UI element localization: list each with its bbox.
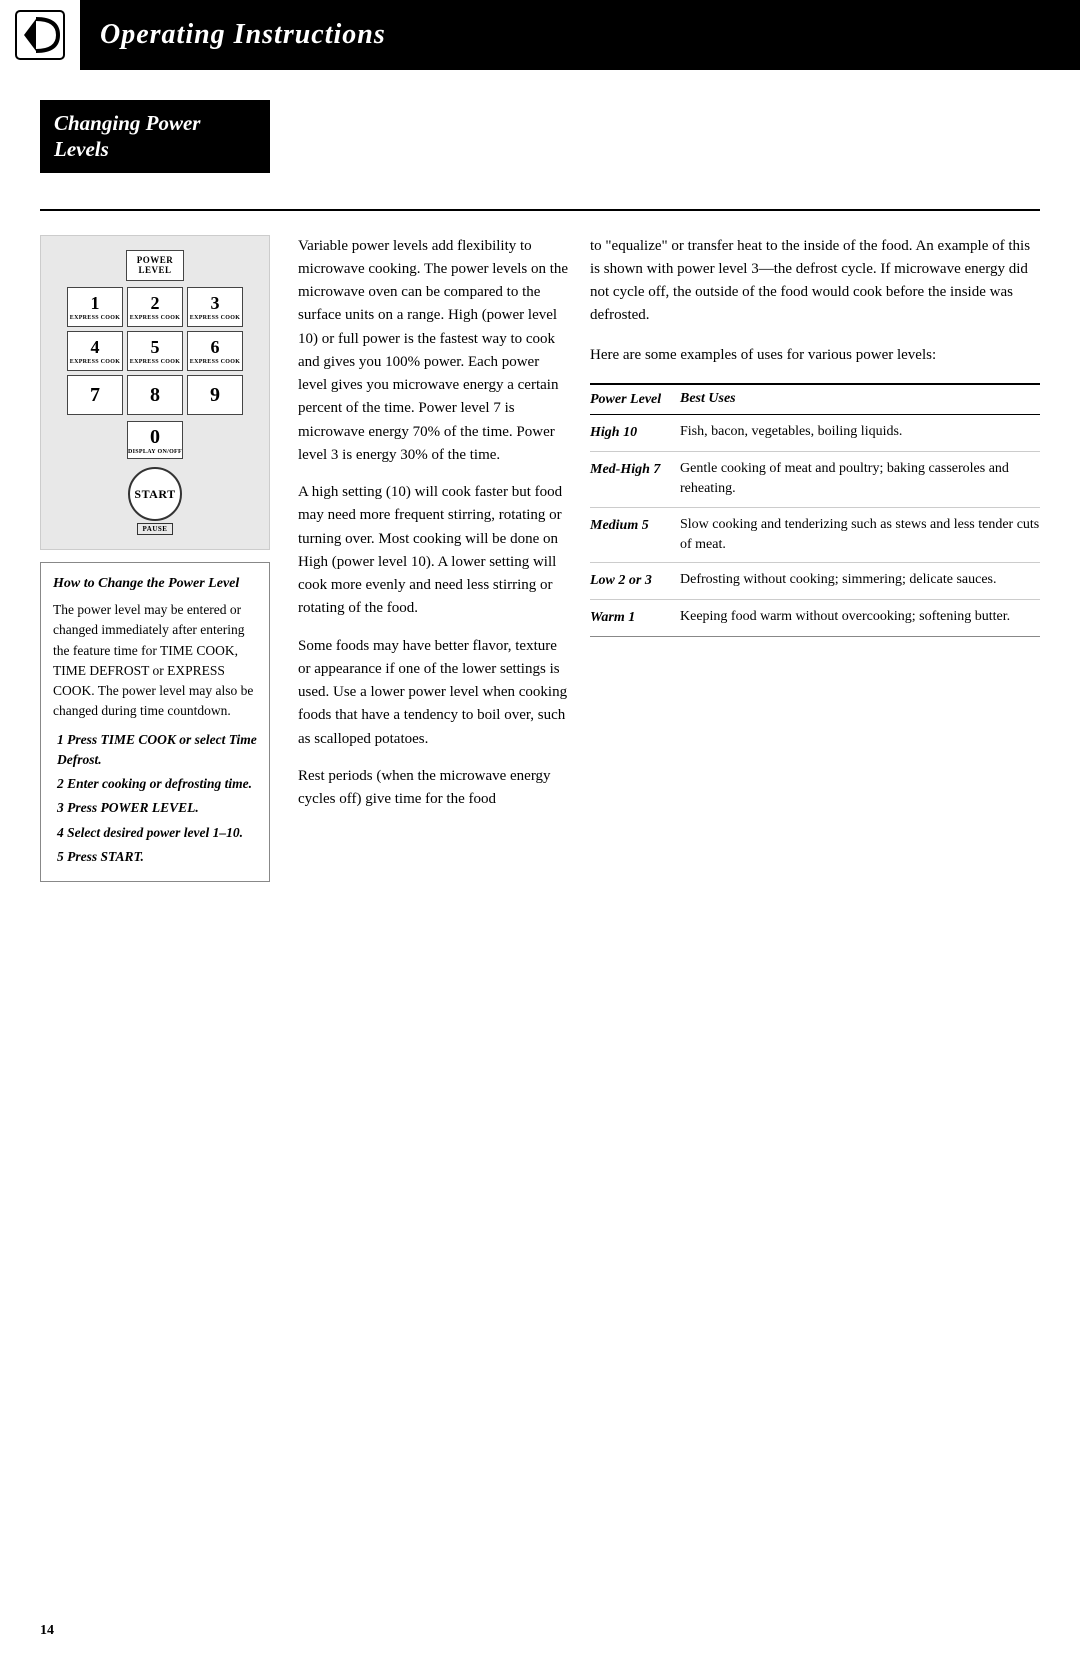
key-5: 5 EXPRESS COOK: [127, 331, 183, 371]
row-level-2: Medium 5: [590, 515, 680, 537]
header-title-area: Operating Instructions: [80, 0, 1080, 70]
page-number: 14: [40, 1623, 54, 1639]
how-to-steps: 1 Press TIME COOK or select Time Defrost…: [53, 730, 257, 868]
page-header: Operating Instructions: [0, 0, 1080, 70]
row-level-4: Warm 1: [590, 607, 680, 629]
row-level-3: Low 2 or 3: [590, 570, 680, 592]
key-7: 7: [67, 375, 123, 415]
middle-column: Variable power levels add flexibility to…: [280, 235, 590, 826]
mid-para-3: Some foods may have better flavor, textu…: [298, 635, 572, 751]
key-0: 0 DISPLAY ON/OFF: [127, 421, 183, 459]
section-divider: [40, 209, 1040, 211]
key-9: 9: [187, 375, 243, 415]
section-heading: Changing Power Levels: [40, 100, 270, 173]
start-key: START: [128, 467, 182, 521]
key-0-row: 0 DISPLAY ON/OFF: [127, 421, 183, 459]
power-level-table: Power Level Best Uses High 10 Fish, baco…: [590, 383, 1040, 637]
logo-area: [0, 0, 80, 70]
header-title-text: Operating Instructions: [100, 19, 386, 51]
logo-icon: [14, 9, 66, 61]
pause-label: PAUSE: [137, 523, 174, 535]
mid-para-4: Rest periods (when the microwave energy …: [298, 765, 572, 812]
row-uses-3: Defrosting without cooking; simmering; d…: [680, 570, 1040, 590]
key-8: 8: [127, 375, 183, 415]
key-6: 6 EXPRESS COOK: [187, 331, 243, 371]
table-row: Med-High 7 Gentle cooking of meat and po…: [590, 452, 1040, 508]
step-2: 2 Enter cooking or defrosting time.: [53, 774, 257, 794]
row-uses-4: Keeping food warm without overcooking; s…: [680, 607, 1040, 627]
table-row: Low 2 or 3 Defrosting without cooking; s…: [590, 563, 1040, 600]
step-5: 5 Press START.: [53, 847, 257, 867]
right-intro-2: Here are some examples of uses for vario…: [590, 344, 1040, 367]
how-to-title: How to Change the Power Level: [53, 573, 257, 594]
content-columns: POWERLEVEL 1 EXPRESS COOK 2 EXPRESS COOK…: [40, 235, 1040, 883]
key-1: 1 EXPRESS COOK: [67, 287, 123, 327]
row-uses-1: Gentle cooking of meat and poultry; baki…: [680, 459, 1040, 500]
step-1: 1 Press TIME COOK or select Time Defrost…: [53, 730, 257, 771]
main-content: Changing Power Levels POWERLEVEL 1 EXPRE…: [0, 70, 1080, 922]
key-2: 2 EXPRESS COOK: [127, 287, 183, 327]
right-intro-1: to "equalize" or transfer heat to the in…: [590, 235, 1040, 328]
key-4: 4 EXPRESS COOK: [67, 331, 123, 371]
table-row: High 10 Fish, bacon, vegetables, boiling…: [590, 415, 1040, 452]
table-header: Power Level Best Uses: [590, 385, 1040, 416]
right-column: to "equalize" or transfer heat to the in…: [590, 235, 1040, 637]
step-4: 4 Select desired power level 1–10.: [53, 823, 257, 843]
row-uses-0: Fish, bacon, vegetables, boiling liquids…: [680, 422, 1040, 442]
row-level-0: High 10: [590, 422, 680, 444]
col-header-level: Power Level: [590, 389, 680, 411]
power-level-key: POWERLEVEL: [126, 250, 185, 282]
left-column: POWERLEVEL 1 EXPRESS COOK 2 EXPRESS COOK…: [40, 235, 280, 883]
how-to-body: The power level may be entered or change…: [53, 600, 257, 722]
row-uses-2: Slow cooking and tenderizing such as ste…: [680, 515, 1040, 556]
step-3: 3 Press POWER LEVEL.: [53, 798, 257, 818]
keypad-grid: 1 EXPRESS COOK 2 EXPRESS COOK 3 EXPRESS …: [67, 287, 243, 415]
how-to-box: How to Change the Power Level The power …: [40, 562, 270, 882]
table-row: Warm 1 Keeping food warm without overcoo…: [590, 600, 1040, 636]
row-level-1: Med-High 7: [590, 459, 680, 481]
mid-para-2: A high setting (10) will cook faster but…: [298, 481, 572, 621]
mid-para-1: Variable power levels add flexibility to…: [298, 235, 572, 468]
col-header-uses: Best Uses: [680, 389, 1040, 411]
table-row: Medium 5 Slow cooking and tenderizing su…: [590, 508, 1040, 564]
key-3: 3 EXPRESS COOK: [187, 287, 243, 327]
keypad-diagram: POWERLEVEL 1 EXPRESS COOK 2 EXPRESS COOK…: [40, 235, 270, 551]
